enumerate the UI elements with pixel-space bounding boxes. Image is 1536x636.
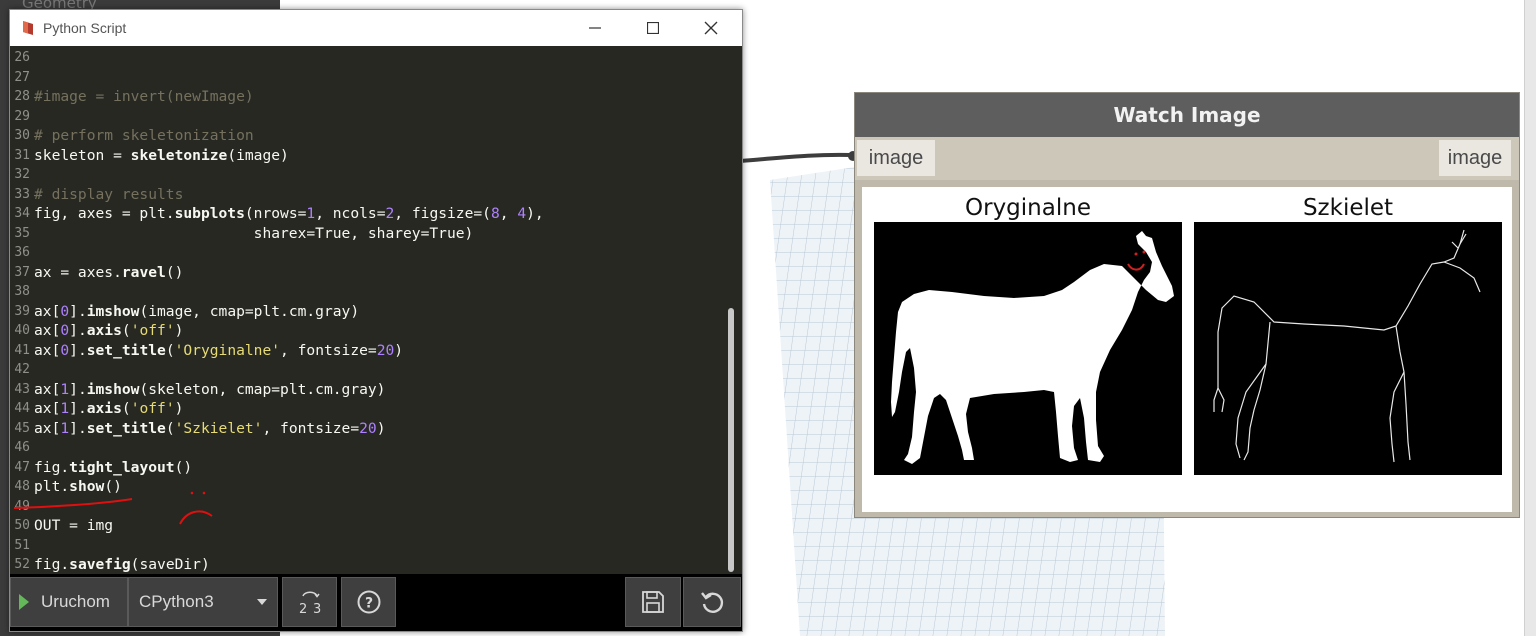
preview-title-original: Oryginalne	[965, 195, 1091, 221]
convert-2to3-button[interactable]: 2 3	[282, 577, 337, 627]
input-port-image[interactable]: image	[857, 140, 935, 176]
maximize-icon	[647, 22, 659, 34]
engine-select[interactable]: CPython3	[128, 577, 278, 627]
svg-text:?: ?	[364, 596, 372, 612]
editor-scrollbar[interactable]	[726, 46, 740, 574]
help-button[interactable]: ?	[341, 577, 396, 627]
window-titlebar[interactable]: Python Script	[10, 10, 742, 46]
connector-wire[interactable]	[740, 144, 860, 184]
engine-value: CPython3	[139, 592, 214, 611]
save-icon	[642, 591, 664, 613]
output-port-image[interactable]: image	[1439, 140, 1511, 176]
original-horse-image	[874, 222, 1182, 475]
node-port-bar: image image	[855, 137, 1519, 180]
play-icon	[19, 594, 29, 610]
close-button[interactable]	[682, 10, 740, 46]
hand-drawn-annotation	[13, 491, 213, 525]
convert-2to3-icon: 2 3	[299, 591, 321, 617]
canvas-edge	[1524, 0, 1536, 636]
code-editor[interactable]: 26 27 28 29 30 31 32 33 34 35 36 37 38 39 40 41 42 43 44 45…	[10, 46, 742, 574]
run-button[interactable]: Uruchom	[10, 577, 128, 627]
watch-image-node[interactable]: Watch Image image image Oryginalne Szkie…	[854, 92, 1520, 518]
revert-icon	[701, 592, 724, 613]
maximize-button[interactable]	[624, 10, 682, 46]
close-icon	[704, 21, 718, 35]
minimize-button[interactable]	[566, 10, 624, 46]
dynamo-app-icon	[23, 21, 33, 35]
python-script-window: Python Script 26 27 28 29 30 31 32 33 34 35 36 37 38…	[9, 9, 743, 632]
chevron-down-icon	[257, 599, 267, 605]
horse-silhouette	[891, 231, 1174, 464]
minimize-icon	[589, 27, 601, 29]
save-button[interactable]	[625, 577, 681, 627]
skeleton-horse-image	[1194, 222, 1502, 475]
help-icon: ?	[357, 590, 380, 614]
run-label: Uruchom	[41, 592, 110, 611]
scroll-thumb[interactable]	[728, 308, 734, 572]
node-title: Watch Image	[1113, 103, 1261, 127]
editor-toolbar: Uruchom CPython3 2 3 ?	[10, 574, 742, 631]
image-preview: Oryginalne Szkielet	[862, 187, 1512, 512]
svg-text:2: 2	[299, 602, 307, 617]
revert-button[interactable]	[683, 577, 741, 627]
preview-title-skeleton: Szkielet	[1302, 195, 1394, 221]
horse-skeleton	[1213, 229, 1481, 463]
svg-text:3: 3	[313, 602, 321, 617]
window-title: Python Script	[43, 20, 127, 36]
node-header[interactable]: Watch Image	[855, 93, 1519, 137]
